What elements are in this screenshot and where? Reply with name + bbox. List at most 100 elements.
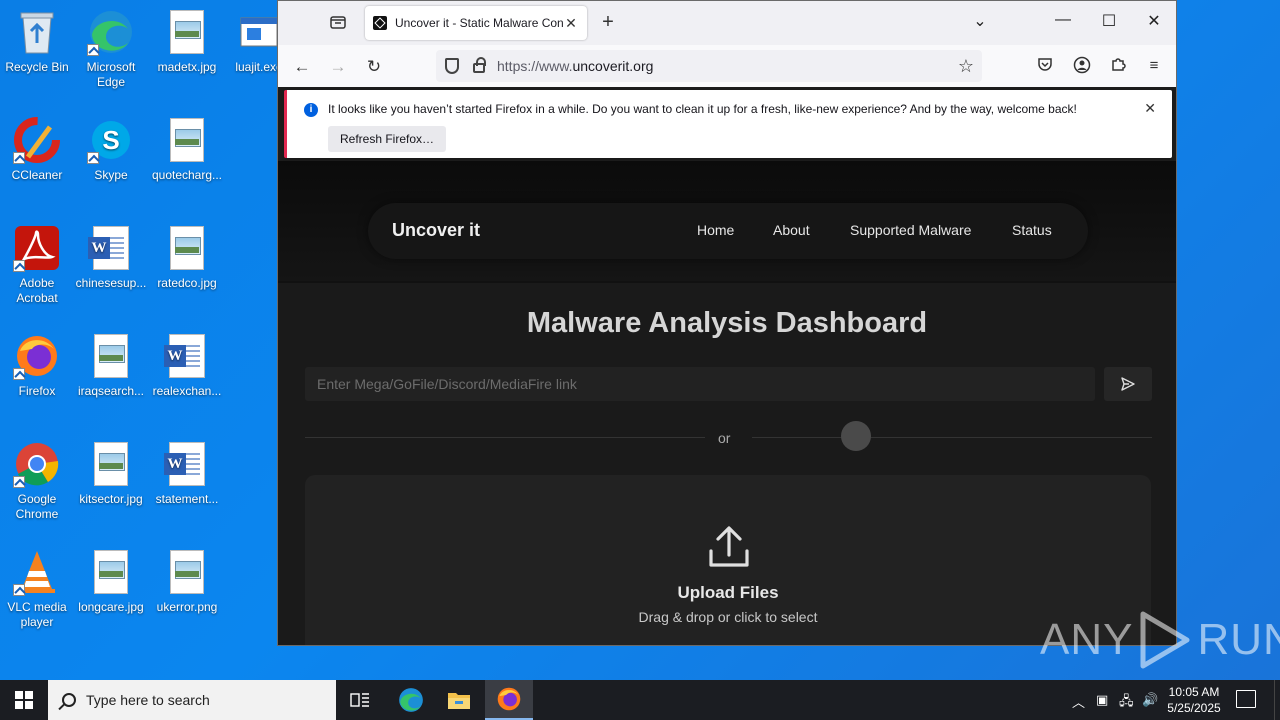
desktop-icon-label: Recycle Bin (5, 60, 69, 74)
desktop-icon-ccleaner[interactable]: CCleaner (0, 116, 75, 183)
nav-link-status[interactable]: Status (1012, 222, 1052, 238)
start-button[interactable] (0, 680, 48, 720)
clock-date: 5/25/2025 (1167, 701, 1221, 715)
image-file-icon (87, 548, 135, 596)
desktop-icon-label: iraqsearch... (77, 384, 145, 398)
url-text[interactable]: https://www.uncoverit.org (497, 58, 653, 74)
word-document-icon: W (163, 332, 211, 380)
desktop-icon-realexchan[interactable]: W realexchan... (149, 332, 225, 399)
minimize-icon[interactable]: — (1051, 11, 1075, 29)
watermark-text-right: RUN (1197, 615, 1280, 664)
close-window-icon[interactable]: ✕ (1142, 11, 1166, 31)
desktop-icon-firefox[interactable]: Firefox (0, 332, 75, 399)
desktop-icon-vlc[interactable]: VLC media player (0, 548, 75, 630)
desktop-icon-label: statement... (155, 492, 219, 506)
desktop-icon-label: kitsector.jpg (79, 492, 143, 506)
desktop-icon-recycle-bin[interactable]: Recycle Bin (0, 8, 75, 75)
shortcut-arrow-icon (13, 152, 25, 164)
word-document-icon: W (87, 224, 135, 272)
desktop-icon-kitsector[interactable]: kitsector.jpg (73, 440, 149, 507)
upload-icon (709, 526, 749, 567)
firefox-view-icon[interactable] (328, 13, 348, 33)
account-icon[interactable] (1072, 56, 1092, 76)
new-tab-plus-icon[interactable]: + (598, 12, 618, 32)
taskbar-file-explorer-button[interactable] (435, 680, 483, 720)
site-brand[interactable]: Uncover it (392, 220, 480, 241)
shortcut-arrow-icon (13, 368, 25, 380)
firefox-icon (13, 332, 61, 380)
exe-file-icon (235, 8, 283, 56)
maximize-icon[interactable]: ☐ (1097, 11, 1121, 31)
desktop-icon-chinesesup[interactable]: W chinesesup... (73, 224, 149, 291)
upload-subtitle: Drag & drop or click to select (638, 609, 818, 625)
site-navbar: Uncover it Home About Supported Malware … (368, 203, 1088, 259)
image-file-icon (163, 8, 211, 56)
search-icon (62, 693, 76, 707)
refresh-firefox-button[interactable]: Refresh Firefox… (328, 126, 447, 152)
network-icon[interactable]: 🖧 (1119, 692, 1134, 714)
forward-arrow-icon[interactable]: → (327, 56, 349, 78)
watermark-text-left: ANY (1040, 615, 1134, 664)
taskbar-edge-button[interactable] (387, 680, 435, 720)
skype-icon: S (87, 116, 135, 164)
desktop-icon-madetx[interactable]: madetx.jpg (149, 8, 225, 75)
site-favicon-icon (373, 16, 387, 30)
svg-text:S: S (102, 125, 119, 155)
task-view-button[interactable] (336, 680, 384, 720)
desktop-icon-label: realexchan... (152, 384, 222, 398)
desktop-icon-skype[interactable]: S Skype (73, 116, 149, 183)
volume-icon[interactable]: 🔊 (1142, 692, 1158, 708)
show-hidden-icons-chevron-icon[interactable]: ︿ (1072, 692, 1085, 711)
desktop-icon-label: Skype (94, 168, 128, 182)
meet-now-icon[interactable]: ▣ (1096, 692, 1108, 708)
pocket-icon[interactable] (1035, 56, 1055, 76)
firefox-window: Uncover it - Static Malware Con ✕ + ⌄ — … (277, 0, 1177, 646)
desktop-icon-label: ukerror.png (156, 600, 218, 614)
extensions-puzzle-icon[interactable] (1108, 56, 1128, 76)
bookmark-star-icon[interactable]: ☆ (958, 56, 974, 77)
desktop-icon-adobe-acrobat[interactable]: Adobe Acrobat (0, 224, 75, 306)
nav-link-about[interactable]: About (773, 222, 810, 238)
tab-close-icon[interactable]: ✕ (563, 15, 579, 32)
list-all-tabs-chevron-icon[interactable]: ⌄ (968, 11, 992, 31)
shortcut-arrow-icon (13, 260, 25, 272)
nav-link-home[interactable]: Home (697, 222, 734, 238)
file-drop-zone[interactable]: Upload Files Drag & drop or click to sel… (305, 475, 1151, 645)
desktop-icon-ukerror[interactable]: ukerror.png (149, 548, 225, 615)
desktop-icon-longcare[interactable]: longcare.jpg (73, 548, 149, 615)
chrome-icon (13, 440, 61, 488)
nav-link-supported-malware[interactable]: Supported Malware (850, 222, 971, 238)
taskbar-firefox-button[interactable] (485, 680, 533, 720)
divider-left (305, 437, 705, 438)
reload-icon[interactable]: ↻ (363, 56, 385, 78)
show-desktop-button[interactable] (1274, 680, 1280, 720)
dashboard-panel: Malware Analysis Dashboard or Upload Fil… (278, 283, 1176, 645)
hamburger-menu-icon[interactable]: ≡ (1144, 56, 1164, 76)
submit-link-button[interactable] (1104, 367, 1152, 401)
notification-message: It looks like you haven’t started Firefo… (328, 102, 1077, 116)
desktop-icon-statement[interactable]: W statement... (149, 440, 225, 507)
lock-icon[interactable] (473, 57, 486, 73)
tracking-protection-shield-icon[interactable] (445, 58, 459, 74)
desktop-icon-label: chinesesup... (75, 276, 147, 290)
desktop-icon-microsoft-edge[interactable]: Microsoft Edge (73, 8, 149, 90)
notification-close-icon[interactable]: ✕ (1144, 100, 1156, 117)
address-bar[interactable]: https://www.uncoverit.org ☆ (436, 50, 982, 82)
desktop-icon-quotecharg[interactable]: quotecharg... (149, 116, 225, 183)
desktop-icon-label: VLC media player (7, 600, 67, 629)
desktop-icon-label: CCleaner (11, 168, 63, 182)
tab-bar: Uncover it - Static Malware Con ✕ + ⌄ — … (278, 1, 1176, 45)
desktop-icon-google-chrome[interactable]: Google Chrome (0, 440, 75, 522)
taskbar-search-box[interactable]: Type here to search (48, 680, 336, 720)
taskbar-clock[interactable]: 10:05 AM 5/25/2025 (1162, 684, 1226, 716)
link-input[interactable] (305, 367, 1095, 401)
page-content: Uncover it Home About Supported Malware … (278, 161, 1176, 645)
back-arrow-icon[interactable]: ← (291, 56, 313, 78)
desktop-icon-iraqsearch[interactable]: iraqsearch... (73, 332, 149, 399)
tab-uncover-it[interactable]: Uncover it - Static Malware Con ✕ (365, 6, 587, 40)
folder-icon (448, 693, 470, 709)
firefox-refresh-notification: i It looks like you haven’t started Fire… (284, 90, 1172, 158)
taskbar: Type here to search ︿ ▣ 🖧 🔊 10:05 AM 5/2… (0, 680, 1280, 720)
desktop-icon-ratedco[interactable]: ratedco.jpg (149, 224, 225, 291)
notification-center-icon[interactable] (1236, 690, 1256, 708)
